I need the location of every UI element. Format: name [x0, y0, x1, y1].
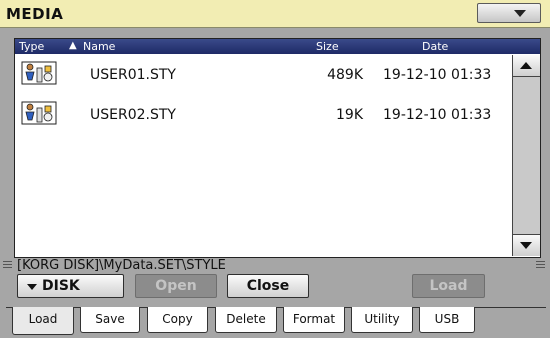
file-date: 19-12-10 01:33 — [383, 107, 492, 123]
scroll-up-button[interactable] — [513, 55, 540, 77]
vertical-scrollbar[interactable] — [512, 55, 540, 256]
arrow-up-icon — [520, 62, 532, 69]
chevron-down-icon — [514, 10, 526, 17]
column-header-size[interactable]: Size — [316, 40, 339, 53]
file-list: Type ▲ Name Size Date USER01.STY 489K 19… — [14, 38, 541, 258]
current-path: [KORG DISK]\MyData.SET\STYLE — [17, 258, 226, 273]
column-header-date[interactable]: Date — [422, 40, 448, 53]
tab-copy[interactable]: Copy — [147, 307, 208, 333]
load-button[interactable]: Load — [412, 274, 485, 298]
device-select-button[interactable]: DISK — [17, 274, 124, 298]
file-date: 19-12-10 01:33 — [383, 67, 492, 83]
title-bar: MEDIA — [0, 0, 550, 28]
chevron-down-icon — [27, 284, 37, 290]
scroll-down-button[interactable] — [513, 234, 540, 256]
style-file-icon — [21, 101, 57, 125]
file-size: 489K — [327, 67, 363, 83]
style-file-icon — [21, 61, 57, 85]
page-menu-button[interactable] — [477, 3, 541, 23]
list-item[interactable]: USER01.STY 489K 19-12-10 01:33 — [15, 57, 510, 97]
scroll-track[interactable] — [513, 77, 540, 234]
list-header: Type ▲ Name Size Date — [15, 39, 540, 54]
tab-utility[interactable]: Utility — [351, 307, 413, 333]
page-title: MEDIA — [6, 5, 64, 23]
file-size: 19K — [336, 107, 363, 123]
column-header-name[interactable]: Name — [83, 40, 115, 53]
tab-load[interactable]: Load — [12, 307, 74, 335]
tab-delete[interactable]: Delete — [215, 307, 277, 333]
path-bar: [KORG DISK]\MyData.SET\STYLE — [3, 257, 545, 273]
grip-icon — [536, 261, 545, 270]
media-screen: MEDIA Type ▲ Name Size Date USER01.STY 4… — [0, 0, 550, 338]
device-label: DISK — [42, 278, 80, 294]
tab-bar: Load Save Copy Delete Format Utility USB — [6, 307, 546, 338]
open-button[interactable]: Open — [135, 274, 217, 298]
arrow-down-icon — [520, 242, 532, 249]
sort-ascending-icon: ▲ — [69, 40, 77, 51]
tab-save[interactable]: Save — [80, 307, 140, 333]
file-name: USER02.STY — [90, 107, 176, 123]
file-name: USER01.STY — [90, 67, 176, 83]
column-header-type[interactable]: Type — [19, 40, 44, 53]
tab-format[interactable]: Format — [283, 307, 345, 333]
close-button[interactable]: Close — [227, 274, 309, 298]
tab-usb[interactable]: USB — [419, 307, 475, 333]
list-item[interactable]: USER02.STY 19K 19-12-10 01:33 — [15, 97, 510, 137]
grip-icon — [3, 261, 12, 270]
